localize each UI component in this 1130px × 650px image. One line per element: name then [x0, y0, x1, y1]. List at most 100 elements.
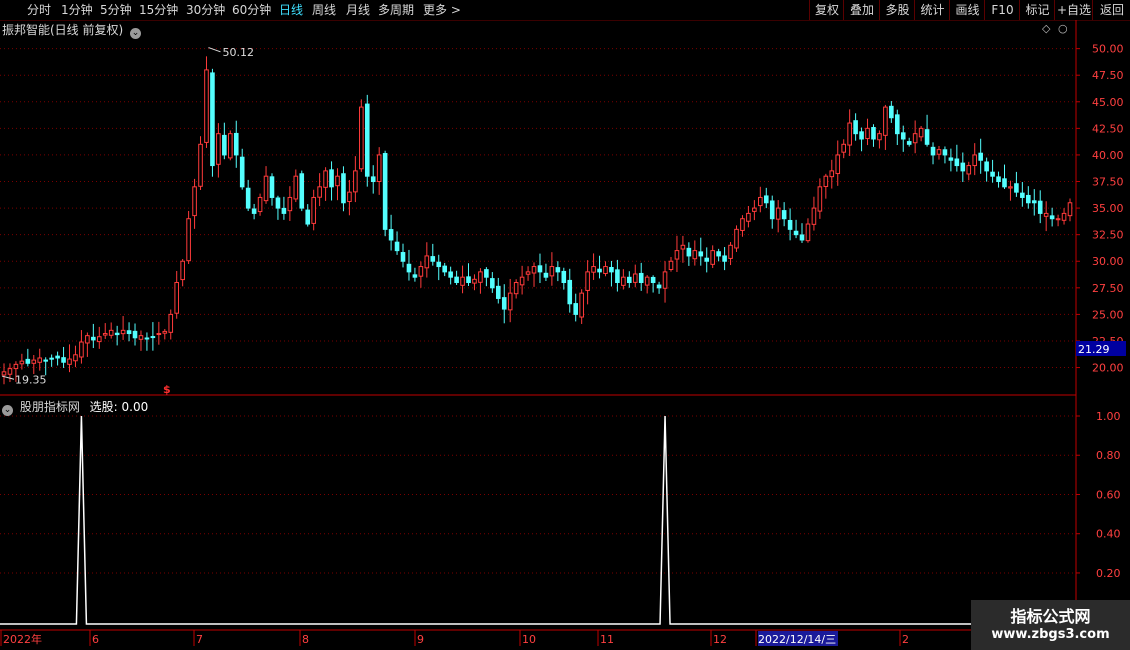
candle-body: [150, 336, 156, 339]
candle-body: [978, 152, 983, 161]
candle-body: [472, 278, 477, 284]
candle-body: [722, 255, 727, 262]
candle-body: [299, 173, 305, 209]
candle-body: [609, 267, 614, 273]
candle-body: [91, 336, 96, 341]
circle-icon[interactable]: ○: [1058, 22, 1068, 35]
candle-body: [1, 371, 7, 376]
candle-body: [787, 219, 793, 230]
candle-body: [585, 271, 590, 291]
price-tick-label: 40.00: [1092, 149, 1124, 162]
candle-body: [668, 260, 674, 270]
candle-body: [281, 207, 287, 214]
price-tick-label: 27.50: [1092, 282, 1124, 295]
candle-body: [132, 330, 138, 339]
candle-body: [692, 250, 698, 260]
candle-body: [871, 127, 876, 140]
candle-body: [889, 105, 894, 119]
candle-body: [460, 276, 465, 286]
chevron-down-icon[interactable]: ⌄: [2, 405, 13, 416]
price-tick-label: 47.50: [1092, 69, 1124, 82]
time-axis-label: 2: [902, 633, 909, 646]
diamond-icon[interactable]: ◇: [1042, 22, 1050, 35]
candle-body: [603, 266, 608, 274]
indicator-tick-label: 0.60: [1096, 488, 1121, 501]
candle-body: [942, 149, 948, 156]
candle-body: [644, 276, 650, 286]
candle-body: [144, 337, 150, 340]
candle-body: [174, 282, 180, 314]
current-price-label: 21.29: [1078, 343, 1110, 356]
candle-body: [424, 255, 430, 269]
candle-body: [478, 271, 483, 283]
candle-body: [25, 358, 31, 364]
candle-body: [96, 336, 102, 343]
candle-body: [805, 223, 811, 242]
main-chart-title-row: 振邦智能(日线 前复权) ⌄: [2, 21, 142, 39]
candle-body: [490, 278, 495, 289]
candle-body: [335, 175, 340, 187]
candle-body: [67, 358, 72, 365]
candle-body: [370, 176, 376, 183]
candle-body: [799, 234, 805, 241]
candle-body: [555, 267, 561, 273]
candle-body: [126, 330, 132, 335]
watermark: 指标公式网 www.zbgs3.com: [971, 600, 1130, 650]
candle-body: [287, 196, 293, 212]
candle-body: [245, 187, 251, 209]
candle-body: [323, 170, 328, 188]
candle-body: [192, 186, 197, 217]
candle-body: [621, 276, 626, 286]
candle-body: [775, 207, 781, 220]
candle-body: [168, 313, 174, 333]
candle-body: [650, 276, 656, 284]
price-tick-label: 32.50: [1092, 229, 1124, 242]
candle-body: [394, 241, 400, 252]
candle-body: [448, 271, 453, 278]
candle-body: [966, 165, 972, 175]
price-tick-label: 45.00: [1092, 96, 1124, 109]
candle-body: [900, 132, 906, 140]
candle-body: [305, 209, 311, 225]
candle-body: [746, 212, 751, 222]
candle-body: [495, 285, 501, 299]
candle-body: [484, 269, 489, 278]
candle-body: [960, 162, 966, 172]
candle-body: [436, 261, 442, 268]
time-axis-label: 2022年: [3, 632, 42, 646]
candle-body: [102, 333, 108, 336]
candle-body: [376, 154, 382, 182]
candle-body: [329, 169, 334, 188]
candle-body: [549, 266, 555, 277]
candle-body: [912, 133, 918, 144]
candle-body: [1049, 215, 1055, 220]
candle-body: [758, 196, 763, 207]
candle-body: [847, 122, 852, 146]
candle-body: [347, 191, 352, 202]
candle-body: [811, 207, 817, 225]
price-tick-label: 37.50: [1092, 176, 1124, 189]
candle-body: [752, 207, 757, 212]
candle-body: [573, 303, 579, 315]
candle-body: [972, 154, 978, 167]
candle-body: [1055, 218, 1061, 221]
chevron-down-icon[interactable]: ⌄: [130, 28, 142, 39]
candle-body: [85, 335, 90, 344]
time-axis-label: 7: [196, 633, 203, 646]
candle-body: [865, 127, 870, 140]
candle-body: [251, 208, 257, 214]
candle-body: [108, 329, 114, 336]
candle-body: [216, 133, 221, 165]
watermark-line1: 指标公式网: [1010, 607, 1091, 626]
candle-body: [1061, 212, 1067, 221]
kline-chart[interactable]: 20.0022.5025.0027.5030.0032.5035.0037.50…: [0, 0, 1130, 650]
indicator-title-row: ⌄ 股朋指标网 选股: 0.00: [2, 398, 148, 416]
candle-body: [162, 330, 168, 334]
candle-body: [525, 271, 531, 275]
candle-body: [55, 355, 60, 359]
price-tick-label: 25.00: [1092, 308, 1124, 321]
candle-body: [561, 270, 567, 284]
candle-body: [120, 329, 126, 335]
candle-body: [680, 244, 686, 250]
candle-body: [781, 210, 787, 220]
